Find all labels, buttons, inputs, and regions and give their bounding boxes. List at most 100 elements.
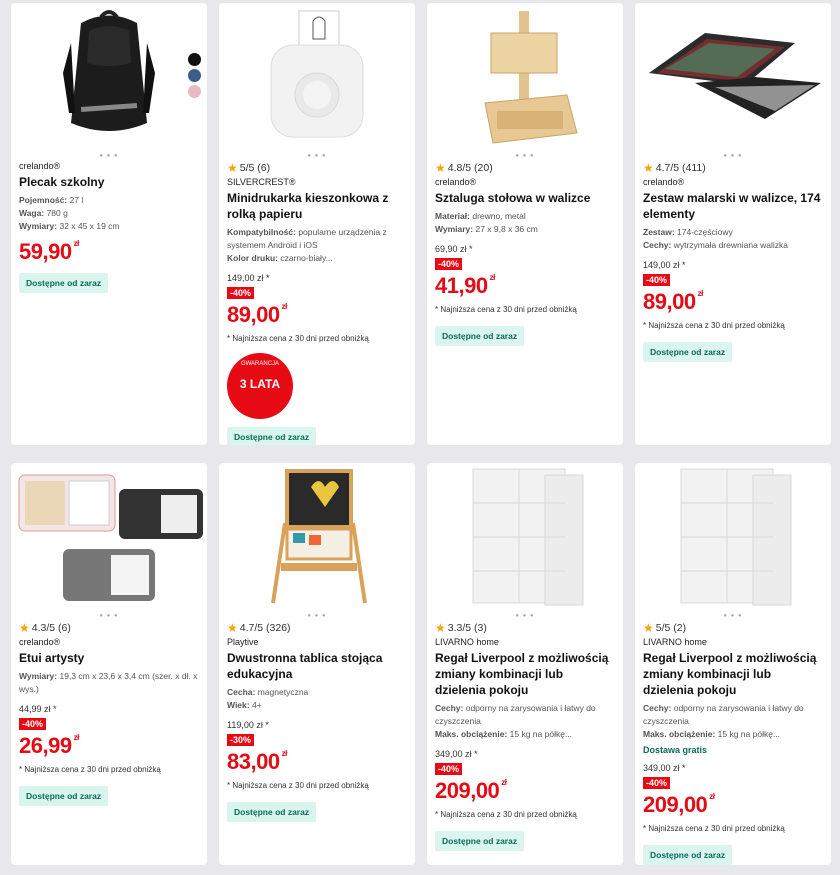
attribute: Wymiary: 19,3 cm x 23,6 x 3,4 cm (szer. … [19,671,198,694]
attribute: Waga: 780 g [19,208,68,218]
product-card[interactable]: ● ● ● crelando® Plecak szkolny Pojemność… [11,3,207,445]
old-price: 149,00 zł * [227,273,270,283]
product-image[interactable] [635,463,831,611]
carousel-dots[interactable]: ● ● ● [635,613,831,619]
star-icon: ★ [227,621,238,635]
brand: crelando® [643,177,685,187]
availability-badge: Dostępne od zaraz [435,831,525,851]
attribute: Wymiary: 27 x 9,8 x 36 cm [435,224,538,234]
discount-badge: -40% [19,718,47,730]
availability-badge: Dostępne od zaraz [227,427,317,445]
availability-badge: Dostępne od zaraz [19,273,109,293]
discount-badge: -40% [227,287,255,299]
carousel-dots[interactable]: ● ● ● [427,153,623,159]
attribute: Kompatybilność: popularne urządzenia z s… [227,227,387,250]
product-card[interactable]: ● ● ● ★ 5/5 (6) SILVERCREST® Minidrukarka… [219,3,415,445]
carousel-dots[interactable]: ● ● ● [11,153,207,159]
price: 26,99 zł [19,733,79,758]
product-card[interactable]: ● ● ● ★ 4.7/5 (326) Playtive Dwustronna t… [219,463,415,865]
color-swatch-pink[interactable] [188,85,201,98]
product-image[interactable] [427,3,623,151]
product-title[interactable]: Regał Liverpool z możliwością zmiany kom… [643,650,823,698]
product-image[interactable] [11,3,207,151]
star-icon: ★ [643,621,654,635]
availability-badge: Dostępne od zaraz [643,342,733,362]
brand: LIVARNO home [643,637,707,647]
product-card[interactable]: ● ● ● ★ 4.3/5 (6) crelando® Etui artysty … [11,463,207,865]
attribute: Cechy: odporny na zarysowania i łatwy do… [643,703,804,726]
star-icon: ★ [227,161,238,175]
price-note: * Najniższa cena z 30 dni przed obniżką [435,810,577,819]
brand: LIVARNO home [435,637,499,647]
attribute: Cechy: wytrzymała drewniana walizka [643,240,789,250]
availability-badge: Dostępne od zaraz [435,326,525,346]
discount-badge: -40% [435,763,463,775]
color-swatch-blue[interactable] [188,69,201,82]
star-icon: ★ [435,161,446,175]
price-note: * Najniższa cena z 30 dni przed obniżką [19,765,161,774]
attribute: Wiek: 4+ [227,700,262,710]
rating: ★ 4.8/5 (20) [435,161,493,175]
product-title[interactable]: Plecak szkolny [19,174,199,190]
attribute: Cecha: magnetyczna [227,687,309,697]
discount-badge: -30% [227,734,255,746]
old-price: 44,99 zł * [19,704,57,714]
star-icon: ★ [643,161,654,175]
price-note: * Najniższa cena z 30 dni przed obniżką [643,321,785,330]
carousel-dots[interactable]: ● ● ● [219,613,415,619]
discount-badge: -40% [643,777,671,789]
attribute: Kolor druku: czarno-biały... [227,253,333,263]
rating: ★ 4.7/5 (411) [643,161,706,175]
product-title[interactable]: Sztaluga stołowa w walizce [435,190,615,206]
free-shipping-label: Dostawa gratis [643,745,708,755]
attribute: Maks. obciążenie: 15 kg na półkę... [643,729,781,739]
warranty-badge-text: 3 LATA [239,377,281,391]
price: 83,00 zł [227,749,287,774]
price: 89,00 zł [643,289,703,314]
product-card[interactable]: ● ● ● ★ 5/5 (2) LIVARNO home Regał Liverp… [635,463,831,865]
brand: Playtive [227,637,259,647]
carousel-dots[interactable]: ● ● ● [635,153,831,159]
availability-badge: Dostępne od zaraz [227,802,317,822]
product-image[interactable] [635,3,831,151]
brand: SILVERCREST® [227,177,296,187]
product-title[interactable]: Zestaw malarski w walizce, 174 elementy [643,190,823,222]
product-title[interactable]: Minidrukarka kieszonkowa z rolką papieru [227,190,407,222]
old-price: 349,00 zł * [643,763,686,773]
product-image[interactable] [427,463,623,611]
price: 89,00 zł [227,302,287,327]
product-title[interactable]: Regał Liverpool z możliwością zmiany kom… [435,650,615,698]
product-card[interactable]: ● ● ● ★ 4.8/5 (20) crelando® Sztaluga sto… [427,3,623,445]
price: 209,00 zł [643,792,715,817]
old-price: 119,00 zł * [227,720,269,730]
availability-badge: Dostępne od zaraz [19,786,109,806]
product-card[interactable]: ● ● ● ★ 4.7/5 (411) crelando® Zestaw mala… [635,3,831,445]
product-image[interactable] [219,463,415,611]
product-image[interactable] [219,3,415,151]
carousel-dots[interactable]: ● ● ● [219,153,415,159]
attribute: Wymiary: 32 x 45 x 19 cm [19,221,120,231]
discount-badge: -40% [643,274,671,286]
carousel-dots[interactable]: ● ● ● [11,613,207,619]
carousel-dots[interactable]: ● ● ● [427,613,623,619]
color-swatch-black[interactable] [188,53,201,66]
rating: ★ 4.7/5 (326) [227,621,291,635]
attribute: Maks. obciążenie: 15 kg na półkę... [435,729,573,739]
star-icon: ★ [435,621,446,635]
star-icon: ★ [19,621,30,635]
old-price: 349,00 zł * [435,749,478,759]
product-image[interactable] [11,463,207,611]
rating: ★ 5/5 (6) [227,161,271,175]
price-note: * Najniższa cena z 30 dni przed obniżką [643,824,785,833]
product-title[interactable]: Etui artysty [19,650,199,666]
price-note: * Najniższa cena z 30 dni przed obniżką [435,305,577,314]
rating: ★ 5/5 (2) [643,621,687,635]
product-title[interactable]: Dwustronna tablica stojąca edukacyjna [227,650,407,682]
rating: ★ 3.3/5 (3) [435,621,487,635]
product-card[interactable]: ● ● ● ★ 3.3/5 (3) LIVARNO home Regał Live… [427,463,623,865]
old-price: 69,90 zł * [435,244,473,254]
price: 209,00 zł [435,778,507,803]
attribute: Zestaw: 174-częściowy [643,227,733,237]
warranty-badge: 3 LATA GWARANCJA [227,353,293,419]
price-note: * Najniższa cena z 30 dni przed obniżką [227,781,369,790]
